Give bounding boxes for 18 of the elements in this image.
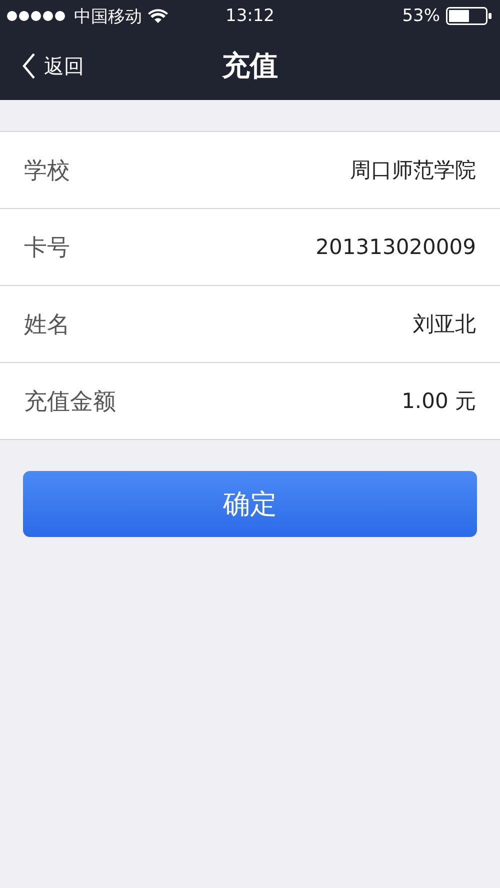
confirm-button[interactable]: 确定 (23, 471, 477, 537)
battery-percent: 53% (402, 6, 440, 26)
field-label: 卡号 (24, 234, 70, 262)
signal-icon (6, 10, 68, 22)
page-title: 充值 (222, 48, 278, 84)
status-time: 13:12 (226, 6, 274, 26)
carrier-name: 中国移动 (74, 6, 142, 28)
field-value: 1.00 元 (402, 388, 476, 415)
back-button[interactable]: 返回 (0, 52, 84, 80)
field-value: 周口师范学院 (350, 157, 476, 184)
chevron-left-icon (22, 53, 36, 79)
wifi-icon (148, 8, 168, 24)
field-label: 姓名 (24, 310, 70, 340)
field-value: 201313020009 (316, 235, 476, 259)
field-label: 学校 (24, 156, 70, 186)
battery-icon (446, 7, 492, 25)
field-label: 充值金额 (24, 388, 116, 416)
field-value: 刘亚北 (413, 311, 476, 338)
